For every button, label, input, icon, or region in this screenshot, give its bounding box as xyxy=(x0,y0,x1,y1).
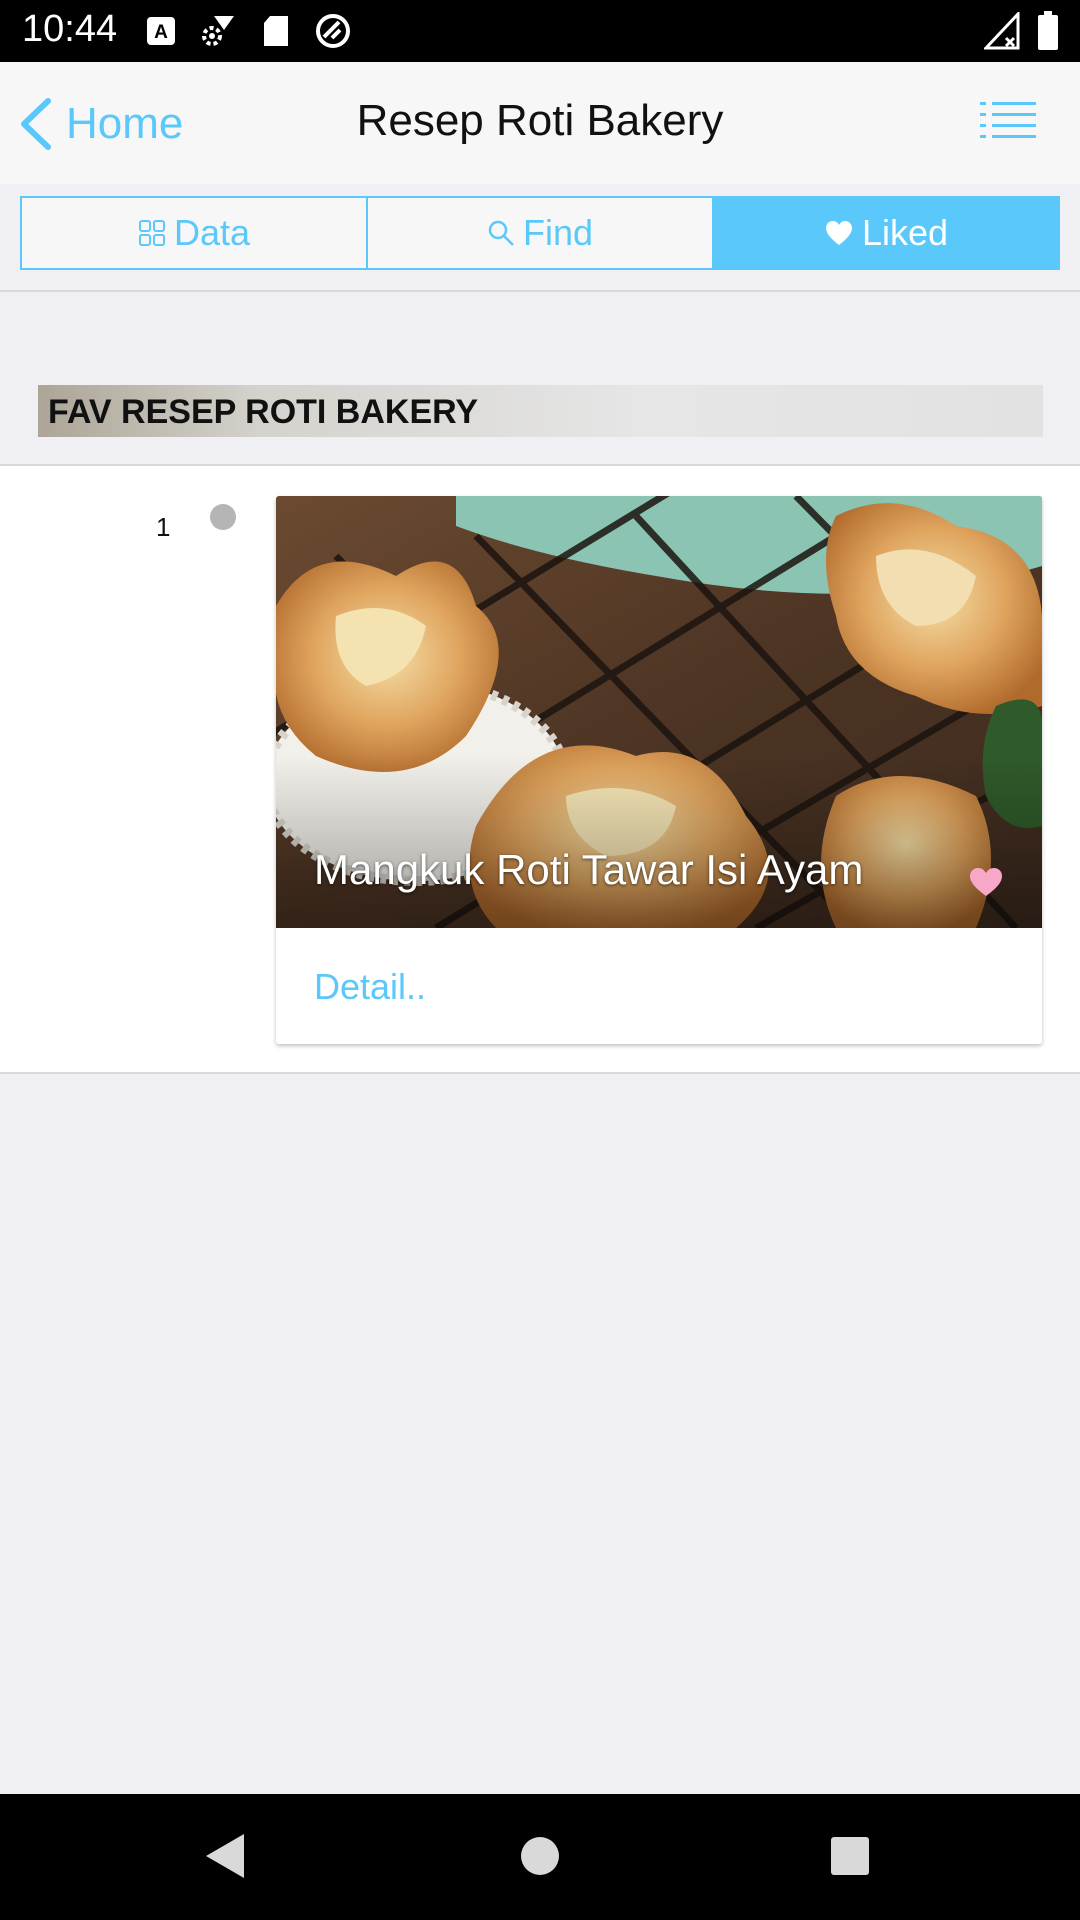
tab-data-label: Data xyxy=(173,212,251,253)
tab-data[interactable]: Data xyxy=(22,198,368,268)
status-dot xyxy=(210,504,236,530)
tab-find-label: Find xyxy=(522,212,594,253)
status-bar: 10:44 A xyxy=(0,0,1080,62)
recents-icon[interactable] xyxy=(830,1836,870,1876)
sync-icon xyxy=(316,14,350,48)
menu-button[interactable] xyxy=(980,100,1036,147)
home-icon[interactable] xyxy=(518,1832,562,1880)
keyboard-a-icon: A xyxy=(147,17,175,45)
nav-bar: Home Resep Roti Bakery xyxy=(0,62,1080,184)
recipe-title: Mangkuk Roti Tawar Isi Ayam xyxy=(314,846,864,893)
battery-icon xyxy=(1038,11,1058,50)
tab-bar: Data Find Liked xyxy=(20,196,1060,270)
detail-link[interactable]: Detail.. xyxy=(314,966,426,1008)
heart-icon[interactable] xyxy=(968,866,1004,898)
signal-off-icon xyxy=(984,12,1020,50)
tab-liked[interactable]: Liked xyxy=(714,198,1058,268)
item-number: 1 xyxy=(156,512,171,542)
search-icon xyxy=(488,220,514,246)
section-header: FAV RESEP ROTI BAKERY xyxy=(38,385,1043,437)
system-nav-bar xyxy=(0,1794,1080,1920)
grid-icon xyxy=(138,220,165,246)
tab-find[interactable]: Find xyxy=(368,198,714,268)
page-title: Resep Roti Bakery xyxy=(356,96,724,145)
sd-card-icon xyxy=(264,16,288,46)
recipe-card[interactable]: Mangkuk Roti Tawar Isi Ayam Detail.. xyxy=(276,496,1042,1044)
recipe-image[interactable]: Mangkuk Roti Tawar Isi Ayam xyxy=(276,496,1042,928)
section-title: FAV RESEP ROTI BAKERY xyxy=(48,393,479,431)
heart-icon xyxy=(825,221,852,245)
svg-text:A: A xyxy=(154,22,168,43)
status-time: 10:44 xyxy=(22,8,118,50)
list-menu-icon xyxy=(980,102,1036,138)
header-divider xyxy=(0,290,1080,292)
wifi-settings-icon xyxy=(202,16,234,46)
liked-list: 1 Mangkuk Roti Tawar Isi Ayam Detail.. xyxy=(0,464,1080,1074)
tab-liked-label: Liked xyxy=(861,212,949,253)
back-icon[interactable] xyxy=(204,1832,246,1880)
